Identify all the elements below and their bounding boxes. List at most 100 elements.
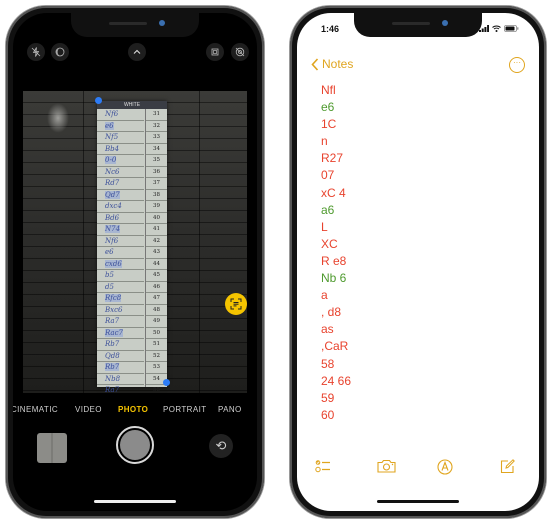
paper-move-row: Bxc6 (97, 305, 144, 316)
note-line: XC (321, 236, 338, 251)
paper-move-row: Rd7 (97, 178, 144, 190)
selection-handle-end[interactable] (163, 379, 170, 386)
back-button[interactable]: Notes (311, 57, 353, 71)
status-time: 1:46 (321, 24, 340, 34)
camera-screen: WHITE Nf6 e6 Nf5 Bb4 0-0 Nc6 Rd7 Qd7 dxc4 Bd6 N74 N… (13, 13, 257, 511)
paper-move-row: Nf5 (97, 132, 144, 144)
paper-number-row: 41 (146, 224, 167, 236)
notes-phone: 1:46 Notes ··· Nfl e6 1C n R27 07 xC 4 a6 L XC R e… (290, 6, 546, 518)
paper-move-row: Rb7 (97, 362, 144, 374)
notch (354, 13, 482, 37)
flash-off-icon[interactable] (27, 43, 45, 61)
home-indicator[interactable] (377, 500, 459, 503)
photo-thumbnail[interactable] (37, 433, 67, 463)
home-indicator[interactable] (94, 500, 176, 503)
paper-number-row: 48 (146, 305, 167, 316)
paper-number-row: 33 (146, 132, 167, 144)
notes-toolbar (297, 459, 539, 479)
paper-move-row: cxd6 (97, 259, 144, 270)
paper-number-row: 49 (146, 316, 167, 328)
paper-move-row: Rb7 (97, 339, 144, 351)
note-line: 58 (321, 356, 335, 371)
paper-number-row: 40 (146, 213, 167, 224)
notes-nav-bar: Notes ··· (297, 57, 539, 75)
markup-icon[interactable] (437, 459, 453, 478)
note-line: 24 66 (321, 373, 352, 388)
camera-top-controls (13, 43, 257, 67)
paper-number-row: 55 (146, 385, 167, 393)
note-line: 60 (321, 407, 335, 422)
notes-screen: 1:46 Notes ··· Nfl e6 1C n R27 07 xC 4 a6 L XC R e… (297, 13, 539, 511)
camera-icon[interactable] (377, 459, 396, 476)
paper-number-row: 43 (146, 247, 167, 259)
paper-move-row: Ra7 (97, 385, 144, 393)
note-line: 1C (321, 117, 337, 132)
paper-numbers-column: 31 32 33 34 35 36 37 38 39 40 41 42 43 44 45 46 47 48 49 50… (145, 109, 167, 393)
note-body[interactable]: Nfl e6 1C n R27 07 xC 4 a6 L XC R e8 Nb 6 a , d8 as ,Ca… (321, 82, 351, 424)
camera-phone: WHITE Nf6 e6 Nf5 Bb4 0-0 Nc6 Rd7 Qd7 dxc4 Bd6 N74 N… (6, 6, 264, 518)
paper-move-row: Nc6 (97, 167, 144, 178)
back-label: Notes (322, 57, 354, 71)
wifi-icon (492, 25, 501, 32)
paper-move-row: dxc4 (97, 201, 144, 213)
paper-number-row: 42 (146, 236, 167, 247)
live-text-scan-icon[interactable] (225, 293, 247, 315)
paper-move-row: Nf6 (97, 109, 144, 121)
shutter-button[interactable] (116, 426, 154, 464)
scoresheet-paper: WHITE Nf6 e6 Nf5 Bb4 0-0 Nc6 Rd7 Qd7 dxc4 Bd6 N74 N… (97, 101, 167, 393)
mode-pano[interactable]: PANO (218, 405, 242, 414)
paper-number-row: 35 (146, 155, 167, 167)
paper-moves-column: Nf6 e6 Nf5 Bb4 0-0 Nc6 Rd7 Qd7 dxc4 Bd6 N74 Nf6 e6 cx… (97, 109, 144, 393)
night-mode-icon[interactable] (51, 43, 69, 61)
mode-portrait[interactable]: PORTRAIT (163, 405, 207, 414)
paper-move-row: 0-0 (97, 155, 144, 167)
paper-number-row: 31 (146, 109, 167, 121)
paper-number-row: 53 (146, 362, 167, 374)
note-line: n (321, 134, 328, 149)
notch (71, 13, 199, 37)
mode-video[interactable]: VIDEO (75, 405, 102, 414)
compose-icon[interactable] (500, 459, 515, 477)
paper-number-row: 51 (146, 339, 167, 351)
paper-move-row: Ra7 (97, 316, 144, 328)
paper-move-row: Bb4 (97, 144, 144, 155)
note-line: a6 (321, 202, 335, 217)
note-line: ,CaR (321, 339, 349, 354)
paper-number-row: 34 (146, 144, 167, 155)
selection-handle-start[interactable] (95, 97, 102, 104)
note-line: a (321, 288, 328, 303)
chevron-left-icon (311, 57, 319, 71)
paper-move-row: Nf6 (97, 236, 144, 247)
note-line: L (321, 219, 328, 234)
paper-number-row: 39 (146, 201, 167, 213)
paper-move-row: d5 (97, 282, 144, 293)
paper-number-row: 38 (146, 190, 167, 201)
paper-move-row: Qd8 (97, 351, 144, 362)
paper-move-row: e6 (97, 247, 144, 259)
live-off-icon[interactable] (231, 43, 249, 61)
paper-move-row: Qd7 (97, 190, 144, 201)
live-photo-icon[interactable] (206, 43, 224, 61)
paper-header: WHITE (97, 101, 167, 109)
chevron-up-icon[interactable] (128, 43, 146, 61)
battery-icon (504, 25, 519, 32)
checklist-icon[interactable] (315, 459, 331, 476)
paper-move-row: b5 (97, 270, 144, 282)
paper-number-row: 50 (146, 328, 167, 339)
paper-move-row: Rfc8 (97, 293, 144, 305)
mode-photo[interactable]: PHOTO (118, 405, 148, 414)
note-line: e6 (321, 100, 335, 115)
paper-number-row: 36 (146, 167, 167, 178)
shutter-icon (120, 430, 150, 460)
note-line: 07 (321, 168, 335, 183)
more-options-icon[interactable]: ··· (509, 57, 525, 73)
paper-number-row: 32 (146, 121, 167, 132)
paper-number-row: 52 (146, 351, 167, 362)
flip-camera-icon[interactable]: ⟲ (209, 434, 233, 458)
note-line: xC 4 (321, 185, 346, 200)
viewfinder[interactable]: WHITE Nf6 e6 Nf5 Bb4 0-0 Nc6 Rd7 Qd7 dxc4 Bd6 N74 N… (23, 91, 247, 393)
mode-cinematic[interactable]: CINEMATIC (13, 405, 58, 414)
note-line: , d8 (321, 305, 342, 320)
note-line: as (321, 322, 334, 337)
paper-move-row: Bd6 (97, 213, 144, 224)
